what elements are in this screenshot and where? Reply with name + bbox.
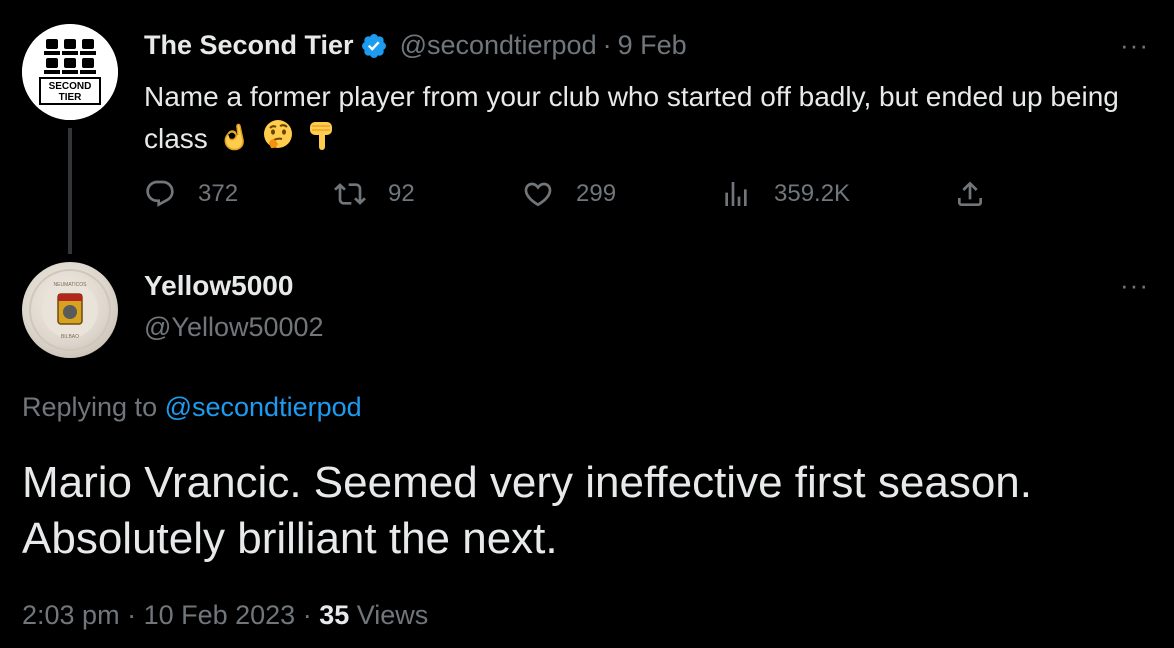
original-tweet-header: The Second Tier @secondtierpod · 9 Feb — [144, 30, 687, 61]
svg-text:SECOND: SECOND — [49, 81, 92, 92]
avatar-yellow5000[interactable]: NEUMATICOS BILBAO — [22, 262, 118, 358]
svg-text:TIER: TIER — [59, 92, 83, 103]
second-tier-logo-icon: SECOND TIER — [22, 24, 118, 120]
reply-views-label: Views — [349, 600, 429, 630]
thread-line — [68, 128, 72, 254]
pointing-down-emoji-icon — [307, 118, 337, 164]
reply-button[interactable]: 372 — [144, 178, 238, 210]
views-count: 359.2K — [774, 180, 851, 207]
like-button[interactable]: 299 — [522, 178, 616, 210]
thinking-face-emoji-icon — [261, 118, 295, 164]
handle[interactable]: @secondtierpod — [400, 30, 597, 61]
replying-to-handle-link[interactable]: @secondtierpod — [165, 392, 362, 422]
replying-to-label: Replying to — [22, 392, 165, 422]
reply-views-count: 35 — [319, 600, 350, 630]
original-tweet-text: Name a former player from your club who … — [144, 76, 1154, 164]
retweet-icon — [334, 183, 366, 205]
verified-badge-icon — [361, 33, 386, 58]
reply-date[interactable]: 10 Feb 2023 — [144, 600, 296, 630]
reply-count: 372 — [198, 180, 239, 207]
svg-text:NEUMATICOS: NEUMATICOS — [54, 282, 88, 288]
reply-display-name[interactable]: Yellow5000 — [144, 270, 293, 302]
retweet-count: 92 — [388, 180, 415, 207]
like-count: 299 — [576, 180, 617, 207]
ok-hand-emoji-icon — [220, 120, 250, 164]
plate-crest-icon: NEUMATICOS BILBAO — [29, 269, 111, 351]
more-options-icon[interactable]: ··· — [1120, 30, 1149, 61]
avatar-second-tier[interactable]: SECOND TIER — [22, 24, 118, 120]
meta-separator: · — [295, 600, 320, 630]
svg-text:BILBAO: BILBAO — [61, 334, 79, 340]
heart-icon — [524, 182, 552, 207]
share-button[interactable] — [954, 178, 1008, 210]
display-name[interactable]: The Second Tier — [144, 30, 354, 61]
views-button[interactable]: 359.2K — [720, 178, 850, 210]
replying-to: Replying to @secondtierpod — [22, 392, 362, 423]
dot-separator: · — [602, 30, 612, 60]
reply-icon — [146, 180, 174, 207]
reply-meta: 2:03 pm · 10 Feb 2023 · 35 Views — [22, 600, 428, 631]
tweet-date[interactable]: 9 Feb — [618, 30, 687, 61]
reply-tweet-text: Mario Vrancic. Seemed very ineffective f… — [22, 458, 1032, 563]
retweet-button[interactable]: 92 — [334, 178, 415, 210]
meta-separator: · — [119, 600, 144, 630]
views-chart-icon — [725, 182, 747, 206]
share-icon — [958, 181, 982, 206]
reply-handle[interactable]: @Yellow50002 — [144, 312, 324, 343]
reply-time[interactable]: 2:03 pm — [22, 600, 120, 630]
more-options-icon[interactable]: ··· — [1120, 270, 1149, 301]
